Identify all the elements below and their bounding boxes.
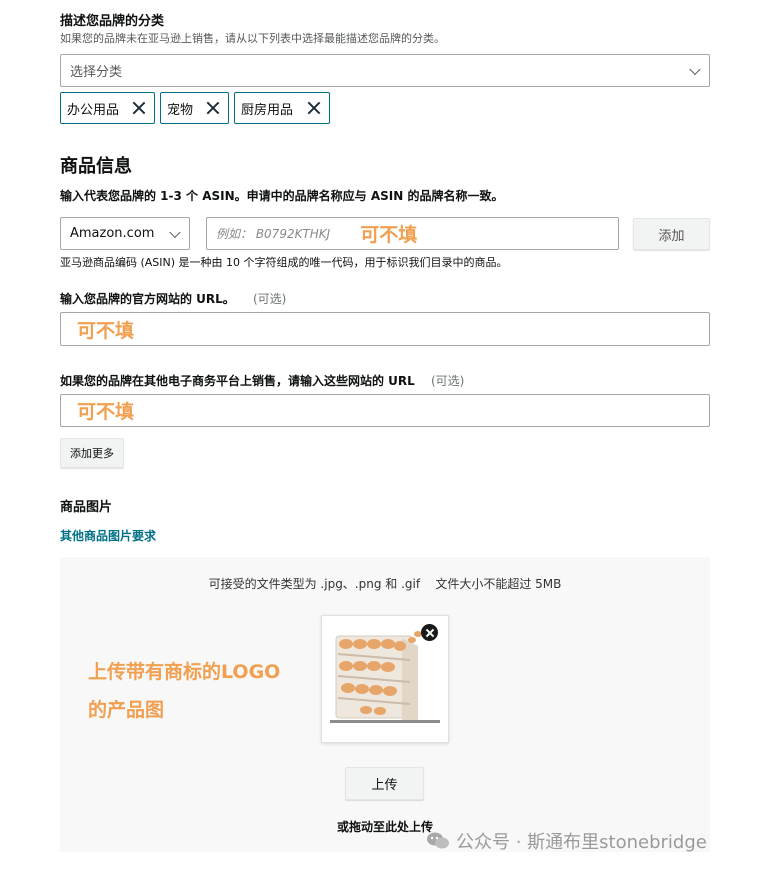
category-select-placeholder: 选择分类 bbox=[70, 65, 123, 80]
other-sites-optional: (可选) bbox=[431, 374, 465, 388]
chip-label: 宠物 bbox=[167, 102, 194, 118]
website-optional: (可选) bbox=[253, 292, 287, 306]
other-sites-input[interactable]: 可不填 bbox=[60, 394, 710, 427]
asin-help-text: 亚马逊商品编码 (ASIN) 是一种由 10 个字符组成的唯一代码，用于标识我们… bbox=[60, 256, 508, 269]
file-requirements-note: 可接受的文件类型为 .jpg、.png 和 .gif 文件大小不能超过 5MB bbox=[208, 577, 562, 591]
wechat-icon bbox=[427, 832, 449, 849]
website-annotation: 可不填 bbox=[77, 319, 135, 342]
watermark-text: 公众号 · 斯通布里stonebridge bbox=[456, 832, 707, 853]
chevron-down-icon bbox=[169, 226, 181, 238]
watermark: 公众号 · 斯通布里stonebridge bbox=[426, 828, 707, 854]
other-sites-label-text: 如果您的品牌在其他电子商务平台上销售，请输入这些网站的 URL bbox=[60, 374, 415, 388]
category-description: 如果您的品牌未在亚马逊上销售，请从以下列表中选择最能描述您品牌的分类。 bbox=[60, 32, 445, 45]
remove-chip-icon[interactable] bbox=[132, 101, 146, 115]
asin-label: 输入代表您品牌的 1-3 个 ASIN。申请中的品牌名称应与 ASIN 的品牌名… bbox=[60, 189, 504, 203]
website-label-text: 输入您品牌的官方网站的 URL。 bbox=[60, 292, 235, 306]
asin-placeholder: 例如： B0792KTHKJ bbox=[216, 227, 331, 241]
remove-image-icon[interactable] bbox=[421, 624, 438, 641]
other-sites-annotation: 可不填 bbox=[77, 401, 135, 423]
product-info-heading: 商品信息 bbox=[60, 156, 132, 177]
add-more-button[interactable]: 添加更多 bbox=[60, 438, 124, 468]
add-asin-button[interactable]: 添加 bbox=[633, 218, 710, 250]
marketplace-value: Amazon.com bbox=[70, 226, 155, 241]
chip-label: 厨房用品 bbox=[241, 102, 294, 118]
category-select[interactable]: 选择分类 bbox=[60, 54, 710, 87]
image-requirements-link[interactable]: 其他商品图片要求 bbox=[60, 527, 156, 544]
chevron-down-icon bbox=[689, 63, 701, 75]
image-annotation-line1: 上传带有商标的LOGO bbox=[88, 661, 281, 683]
upload-button[interactable]: 上传 bbox=[345, 767, 424, 800]
category-chip-kitchen: 厨房用品 bbox=[234, 92, 330, 124]
category-title: 描述您品牌的分类 bbox=[60, 14, 165, 29]
website-label: 输入您品牌的官方网站的 URL。 (可选) bbox=[60, 290, 286, 307]
remove-chip-icon[interactable] bbox=[206, 101, 220, 115]
asin-annotation: 可不填 bbox=[360, 224, 418, 246]
category-chip-office: 办公用品 bbox=[60, 92, 155, 124]
images-heading: 商品图片 bbox=[60, 500, 113, 515]
image-annotation-line2: 的产品图 bbox=[88, 699, 165, 721]
remove-chip-icon[interactable] bbox=[307, 101, 321, 115]
chip-label: 办公用品 bbox=[67, 102, 120, 118]
other-sites-label: 如果您的品牌在其他电子商务平台上销售，请输入这些网站的 URL (可选) bbox=[60, 372, 464, 389]
asin-input[interactable]: 例如： B0792KTHKJ 可不填 bbox=[206, 217, 619, 250]
marketplace-select[interactable]: Amazon.com bbox=[60, 217, 190, 250]
category-chip-pets: 宠物 bbox=[160, 92, 229, 124]
website-input[interactable]: 可不填 bbox=[60, 312, 710, 346]
